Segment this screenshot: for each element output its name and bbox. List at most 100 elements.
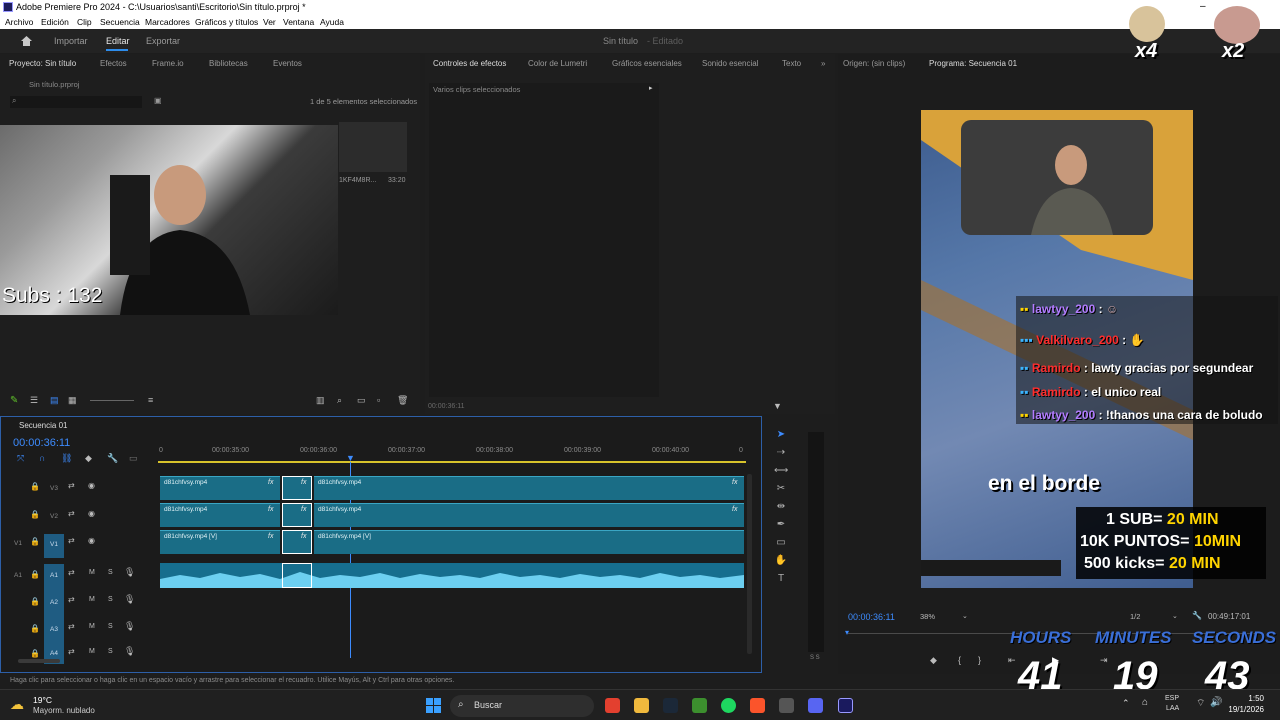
sequence-tab[interactable]: Secuencia 01 — [19, 421, 67, 430]
video-clip[interactable]: d81chfvsy.mp4 [V] fx — [160, 530, 280, 554]
voiceover-mic-icon[interactable]: 🎙 — [124, 621, 135, 632]
audio-clip-selected[interactable] — [282, 563, 312, 588]
menu-graficos[interactable]: Gráficos y títulos — [195, 17, 258, 27]
vertical-scrollbar[interactable] — [747, 474, 752, 654]
menu-clip[interactable]: Clip — [77, 17, 92, 27]
voiceover-mic-icon[interactable]: 🎙 — [124, 646, 135, 657]
tab-eventos[interactable]: Eventos — [273, 59, 302, 68]
menu-edicion[interactable]: Edición — [41, 17, 69, 27]
lock-icon[interactable]: 🔒 — [30, 482, 40, 491]
audio-track-targets[interactable] — [44, 564, 64, 664]
keyboard-layout[interactable]: LAA — [1166, 705, 1179, 712]
snap-icon[interactable]: ∩ — [39, 453, 45, 463]
taskbar-search[interactable]: ⌕ Buscar — [450, 695, 594, 717]
work-area-bar[interactable] — [158, 461, 746, 463]
eye-icon[interactable]: ◉ — [88, 481, 95, 490]
mark-out-icon[interactable]: } — [978, 655, 981, 665]
menu-ventana[interactable]: Ventana — [283, 17, 314, 27]
automate-icon[interactable]: ▥ — [316, 395, 325, 406]
wifi-icon[interactable]: ⌔ — [1196, 697, 1205, 710]
premiere-icon[interactable] — [838, 698, 853, 713]
zoom-slider[interactable] — [90, 400, 134, 401]
write-on-icon[interactable]: ✎ — [10, 395, 18, 406]
settings-wrench-icon[interactable]: 🔧 — [1192, 611, 1202, 620]
mute-button[interactable]: M — [89, 569, 95, 576]
project-search-input[interactable]: ⌕ — [10, 96, 142, 108]
video-clip[interactable]: d81chfvsy.mp4 fx — [314, 476, 744, 500]
solo-button[interactable]: S — [108, 648, 113, 655]
new-bin-icon[interactable]: ▣ — [154, 96, 162, 105]
eye-icon[interactable]: ◉ — [88, 509, 95, 518]
file-explorer-icon[interactable] — [634, 698, 649, 713]
language-code[interactable]: ESP — [1165, 695, 1179, 702]
lock-icon[interactable]: 🔒 — [30, 624, 40, 633]
sync-lock-icon[interactable]: ⇄ — [68, 568, 75, 577]
sync-lock-icon[interactable]: ⇄ — [68, 509, 75, 518]
menu-ayuda[interactable]: Ayuda — [320, 17, 344, 27]
media-thumbnail[interactable] — [339, 122, 407, 172]
weather-desc[interactable]: Mayorm. nublado — [33, 706, 95, 715]
lock-icon[interactable]: 🔒 — [30, 649, 40, 658]
selection-tool-icon[interactable]: ➤ — [774, 429, 788, 443]
video-clip-selected[interactable]: fx — [282, 476, 312, 500]
video-clip[interactable]: d81chfvsy.mp4 [V] — [314, 530, 744, 554]
discord-icon[interactable] — [808, 698, 823, 713]
add-marker-icon[interactable]: ◆ — [85, 453, 92, 464]
new-bin-icon[interactable]: ▭ — [357, 395, 366, 406]
go-to-out-icon[interactable]: ⇥ — [1100, 655, 1108, 666]
type-tool-icon[interactable]: T — [774, 573, 788, 587]
tab-proyecto[interactable]: Proyecto: Sin título — [9, 59, 76, 68]
video-clip-selected[interactable]: fx — [282, 530, 312, 554]
sync-lock-icon[interactable]: ⇄ — [68, 536, 75, 545]
trash-icon[interactable]: 🗑 — [397, 395, 408, 406]
tab-origen[interactable]: Origen: (sin clips) — [843, 59, 905, 68]
tab-controles-efectos[interactable]: Controles de efectos — [433, 59, 506, 68]
menu-archivo[interactable]: Archivo — [5, 17, 33, 27]
mark-in-icon[interactable]: { — [958, 655, 961, 665]
track-select-tool-icon[interactable]: ⇢ — [774, 447, 788, 461]
lock-icon[interactable]: 🔒 — [30, 510, 40, 519]
brave-icon[interactable] — [750, 698, 765, 713]
settings-wrench-icon[interactable]: 🔧 — [107, 453, 118, 464]
network-icon[interactable]: ⌂ — [1142, 697, 1148, 708]
tab-efectos[interactable]: Efectos — [100, 59, 127, 68]
clock-time[interactable]: 1:50 — [1224, 694, 1264, 703]
video-clip-selected[interactable]: fx — [282, 503, 312, 527]
solo-button[interactable]: S — [108, 623, 113, 630]
sync-lock-icon[interactable]: ⇄ — [68, 595, 75, 604]
tab-texto[interactable]: Texto — [782, 59, 801, 68]
solo-button[interactable]: S — [108, 596, 113, 603]
nest-icon[interactable]: ⤧ — [17, 453, 24, 464]
voiceover-mic-icon[interactable]: 🎙 — [124, 594, 135, 605]
mute-button[interactable]: M — [89, 623, 95, 630]
clock-date[interactable]: 19/1/2026 — [1224, 705, 1264, 714]
freeform-view-icon[interactable]: ▦ — [68, 395, 77, 406]
program-timecode[interactable]: 00:00:36:11 — [848, 612, 895, 622]
pen-tool-icon[interactable]: ✒ — [774, 519, 788, 533]
mute-button[interactable]: M — [89, 648, 95, 655]
video-clip[interactable]: d81chfvsy.mp4 fx — [314, 503, 744, 527]
linked-selection-icon[interactable]: ⛓ — [61, 453, 72, 464]
filter-icon[interactable]: ▼ — [773, 401, 782, 411]
weather-icon[interactable]: ☁ — [10, 696, 24, 713]
lock-icon[interactable]: 🔒 — [30, 537, 40, 546]
playhead-icon[interactable]: ▾ — [845, 628, 849, 637]
spotify-icon[interactable] — [721, 698, 736, 713]
list-view-icon[interactable]: ☰ — [30, 395, 38, 406]
sort-icon[interactable]: ≡ — [148, 395, 153, 405]
app-icon[interactable] — [779, 698, 794, 713]
home-icon[interactable] — [20, 35, 33, 47]
icon-view-icon[interactable]: ▤ — [50, 395, 59, 406]
lock-icon[interactable]: 🔒 — [30, 597, 40, 606]
add-marker-icon[interactable]: ◆ — [930, 655, 937, 666]
lock-icon[interactable]: 🔒 — [30, 570, 40, 579]
razor-tool-icon[interactable]: ✂ — [774, 483, 788, 497]
tab-graficos-esenciales[interactable]: Gráficos esenciales — [612, 59, 682, 68]
sync-lock-icon[interactable]: ⇄ — [68, 481, 75, 490]
rectangle-tool-icon[interactable]: ▭ — [774, 537, 788, 551]
voiceover-mic-icon[interactable]: 🎙 — [124, 567, 135, 578]
tray-chevron-icon[interactable]: ⌃ — [1122, 698, 1130, 709]
ripple-edit-tool-icon[interactable]: ⟷ — [774, 465, 788, 479]
sync-lock-icon[interactable]: ⇄ — [68, 622, 75, 631]
video-clip[interactable]: d81chfvsy.mp4 fx — [160, 503, 280, 527]
